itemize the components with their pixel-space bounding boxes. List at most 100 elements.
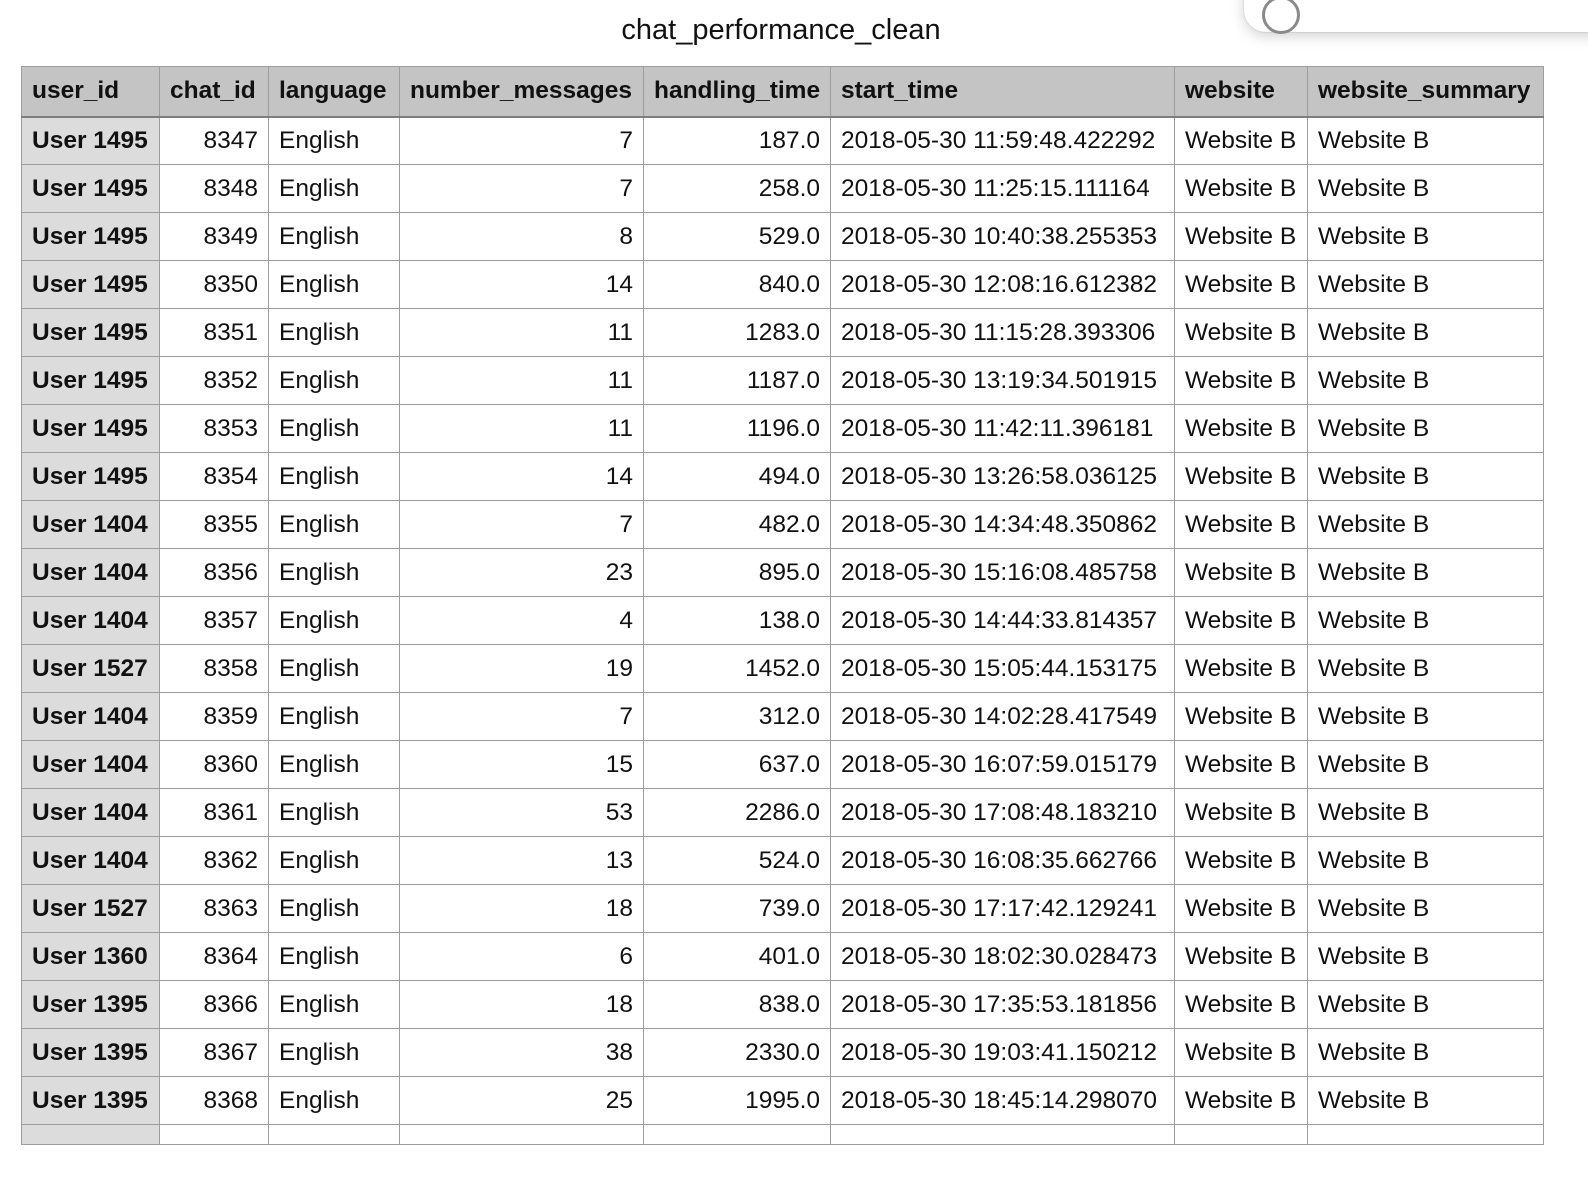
cell-start-time[interactable]: 2018-05-30 17:08:48.183210 [830,788,1175,837]
cell-user-id[interactable]: User 1495 [21,404,160,453]
cell-chat-id[interactable]: 8364 [159,932,269,981]
cell-user-id[interactable]: User 1360 [21,932,160,981]
cell-website[interactable]: Website B [1174,1076,1308,1125]
cell-website-summary[interactable]: Website B [1307,548,1544,597]
cell-start-time[interactable]: 2018-05-30 18:02:30.028473 [830,932,1175,981]
cell-handling-time[interactable]: 1283.0 [643,308,831,357]
cell-website[interactable]: Website B [1174,116,1308,165]
cell-user-id[interactable]: User 1495 [21,260,160,309]
cell-website[interactable]: Website B [1174,692,1308,741]
cell-language[interactable]: English [268,1028,400,1077]
cell-user-id[interactable]: User 1404 [21,788,160,837]
cell-start-time[interactable]: 2018-05-30 11:42:11.396181 [830,404,1175,453]
cell-number-messages[interactable]: 11 [399,356,644,405]
cell-language[interactable]: English [268,356,400,405]
cell-website-summary[interactable]: Website B [1307,500,1544,549]
cell-chat-id[interactable]: 8351 [159,308,269,357]
cell-user-id[interactable]: User 1495 [21,452,160,501]
cell-number-messages[interactable]: 13 [399,836,644,885]
cell-user-id[interactable]: User 1404 [21,548,160,597]
cell-language[interactable]: English [268,836,400,885]
cell-number-messages[interactable]: 15 [399,740,644,789]
cell-number-messages[interactable]: 11 [399,404,644,453]
cell-start-time[interactable]: 2018-05-30 12:08:16.612382 [830,260,1175,309]
cell-website[interactable]: Website B [1174,404,1308,453]
cell-language[interactable]: English [268,1076,400,1125]
table-cell[interactable] [1174,1124,1308,1145]
cell-start-time[interactable]: 2018-05-30 18:45:14.298070 [830,1076,1175,1125]
cell-handling-time[interactable]: 1452.0 [643,644,831,693]
cell-number-messages[interactable]: 11 [399,308,644,357]
cell-website[interactable]: Website B [1174,740,1308,789]
cell-chat-id[interactable]: 8358 [159,644,269,693]
cell-language[interactable]: English [268,788,400,837]
cell-user-id[interactable]: User 1527 [21,644,160,693]
cell-chat-id[interactable]: 8354 [159,452,269,501]
cell-user-id[interactable]: User 1395 [21,1028,160,1077]
cell-website-summary[interactable]: Website B [1307,692,1544,741]
cell-chat-id[interactable]: 8352 [159,356,269,405]
cell-chat-id[interactable]: 8356 [159,548,269,597]
cell-handling-time[interactable]: 739.0 [643,884,831,933]
table-cell[interactable] [399,1124,644,1145]
cell-number-messages[interactable]: 14 [399,260,644,309]
cell-handling-time[interactable]: 401.0 [643,932,831,981]
cell-start-time[interactable]: 2018-05-30 17:17:42.129241 [830,884,1175,933]
column-header[interactable]: number_messages [399,66,644,118]
cell-user-id[interactable]: User 1404 [21,596,160,645]
cell-website[interactable]: Website B [1174,308,1308,357]
cell-handling-time[interactable]: 1196.0 [643,404,831,453]
cell-handling-time[interactable]: 637.0 [643,740,831,789]
cell-website-summary[interactable]: Website B [1307,788,1544,837]
cell-website[interactable]: Website B [1174,884,1308,933]
cell-website[interactable]: Website B [1174,980,1308,1029]
cell-website[interactable]: Website B [1174,596,1308,645]
cell-language[interactable]: English [268,932,400,981]
cell-chat-id[interactable]: 8359 [159,692,269,741]
cell-user-id[interactable]: User 1495 [21,356,160,405]
cell-chat-id[interactable]: 8347 [159,116,269,165]
cell-number-messages[interactable]: 38 [399,1028,644,1077]
cell-chat-id[interactable]: 8355 [159,500,269,549]
column-header[interactable]: website [1174,66,1308,118]
cell-user-id[interactable]: User 1404 [21,836,160,885]
cell-user-id[interactable]: User 1395 [21,980,160,1029]
cell-website[interactable]: Website B [1174,1028,1308,1077]
cell-start-time[interactable]: 2018-05-30 16:07:59.015179 [830,740,1175,789]
cell-number-messages[interactable]: 23 [399,548,644,597]
cell-website-summary[interactable]: Website B [1307,308,1544,357]
cell-chat-id[interactable]: 8357 [159,596,269,645]
cell-number-messages[interactable]: 4 [399,596,644,645]
cell-number-messages[interactable]: 8 [399,212,644,261]
cell-chat-id[interactable]: 8367 [159,1028,269,1077]
cell-website-summary[interactable]: Website B [1307,596,1544,645]
cell-start-time[interactable]: 2018-05-30 11:59:48.422292 [830,116,1175,165]
cell-handling-time[interactable]: 2286.0 [643,788,831,837]
cell-website[interactable]: Website B [1174,500,1308,549]
cell-chat-id[interactable]: 8366 [159,980,269,1029]
cell-handling-time[interactable]: 895.0 [643,548,831,597]
cell-start-time[interactable]: 2018-05-30 11:15:28.393306 [830,308,1175,357]
cell-language[interactable]: English [268,980,400,1029]
cell-handling-time[interactable]: 138.0 [643,596,831,645]
cell-website-summary[interactable]: Website B [1307,980,1544,1029]
cell-user-id[interactable]: User 1404 [21,740,160,789]
cell-start-time[interactable]: 2018-05-30 14:44:33.814357 [830,596,1175,645]
table-cell[interactable] [643,1124,831,1145]
cell-website[interactable]: Website B [1174,164,1308,213]
table-cell[interactable] [21,1124,160,1145]
cell-language[interactable]: English [268,740,400,789]
cell-language[interactable]: English [268,164,400,213]
cell-chat-id[interactable]: 8349 [159,212,269,261]
cell-number-messages[interactable]: 7 [399,164,644,213]
cell-user-id[interactable]: User 1495 [21,212,160,261]
cell-language[interactable]: English [268,692,400,741]
cell-user-id[interactable]: User 1404 [21,692,160,741]
cell-website-summary[interactable]: Website B [1307,356,1544,405]
cell-number-messages[interactable]: 14 [399,452,644,501]
cell-start-time[interactable]: 2018-05-30 17:35:53.181856 [830,980,1175,1029]
cell-handling-time[interactable]: 482.0 [643,500,831,549]
cell-start-time[interactable]: 2018-05-30 13:26:58.036125 [830,452,1175,501]
cell-website-summary[interactable]: Website B [1307,260,1544,309]
cell-website[interactable]: Website B [1174,548,1308,597]
